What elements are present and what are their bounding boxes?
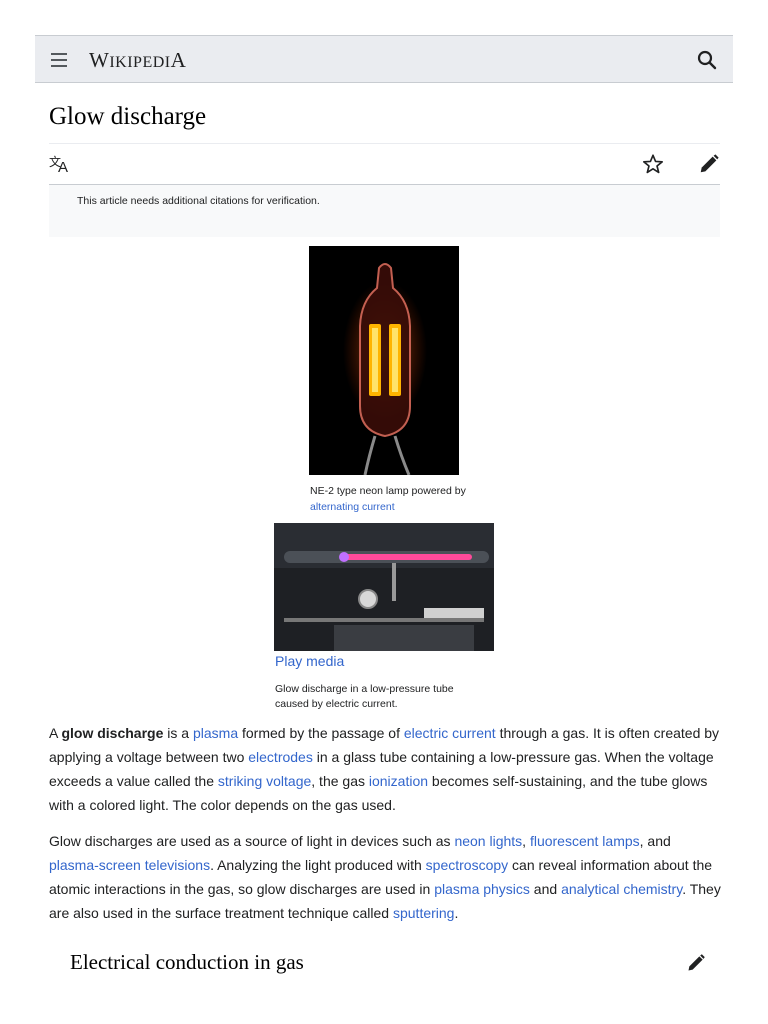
top-header: WIKIPEDIA: [35, 35, 733, 83]
neon-lamp-image[interactable]: [309, 246, 459, 475]
article-paragraph: A glow discharge is a plasma formed by t…: [49, 725, 720, 813]
link-neon-lights[interactable]: neon lights: [454, 833, 522, 849]
link-plasma-physics[interactable]: plasma physics: [434, 881, 530, 897]
link-ionization[interactable]: ionization: [369, 773, 428, 789]
page-actions-bar: 文 A: [49, 143, 720, 185]
menu-icon[interactable]: [49, 49, 71, 71]
svg-text:A: A: [58, 159, 68, 174]
link-alternating-current[interactable]: alternating current: [310, 501, 395, 513]
discharge-tube-video-thumbnail[interactable]: [274, 523, 494, 651]
search-icon[interactable]: [695, 48, 719, 72]
figure-caption: Glow discharge in a low-pressure tube ca…: [275, 683, 454, 710]
link-electric-current[interactable]: electric current: [404, 725, 496, 741]
play-media-link[interactable]: Play media: [275, 653, 344, 669]
notice-text: This article needs additional citations …: [77, 195, 320, 207]
link-sputtering[interactable]: sputtering: [393, 905, 454, 921]
pencil-icon[interactable]: [698, 153, 720, 180]
link-analytical-chemistry[interactable]: analytical chemistry: [561, 881, 682, 897]
wikipedia-wordmark[interactable]: WIKIPEDIA: [89, 48, 186, 73]
link-electrodes[interactable]: electrodes: [248, 749, 313, 765]
star-icon[interactable]: [642, 153, 664, 180]
figure-caption: NE-2 type neon lamp powered by alternati…: [310, 485, 466, 513]
link-striking-voltage[interactable]: striking voltage: [218, 773, 311, 789]
link-plasma[interactable]: plasma: [193, 725, 238, 741]
pencil-icon[interactable]: [686, 953, 706, 978]
language-icon[interactable]: 文 A: [49, 154, 73, 179]
link-plasma-screen-televisions[interactable]: plasma-screen televisions: [49, 857, 210, 873]
bold-term: glow discharge: [61, 725, 164, 741]
article-paragraph: Glow discharges are used as a source of …: [49, 833, 721, 921]
link-spectroscopy[interactable]: spectroscopy: [426, 857, 508, 873]
link-fluorescent-lamps[interactable]: fluorescent lamps: [530, 833, 640, 849]
section-heading[interactable]: Electrical conduction in gas: [70, 950, 304, 975]
citation-notice: This article needs additional citations …: [49, 185, 720, 237]
page-title: Glow discharge: [49, 103, 207, 130]
